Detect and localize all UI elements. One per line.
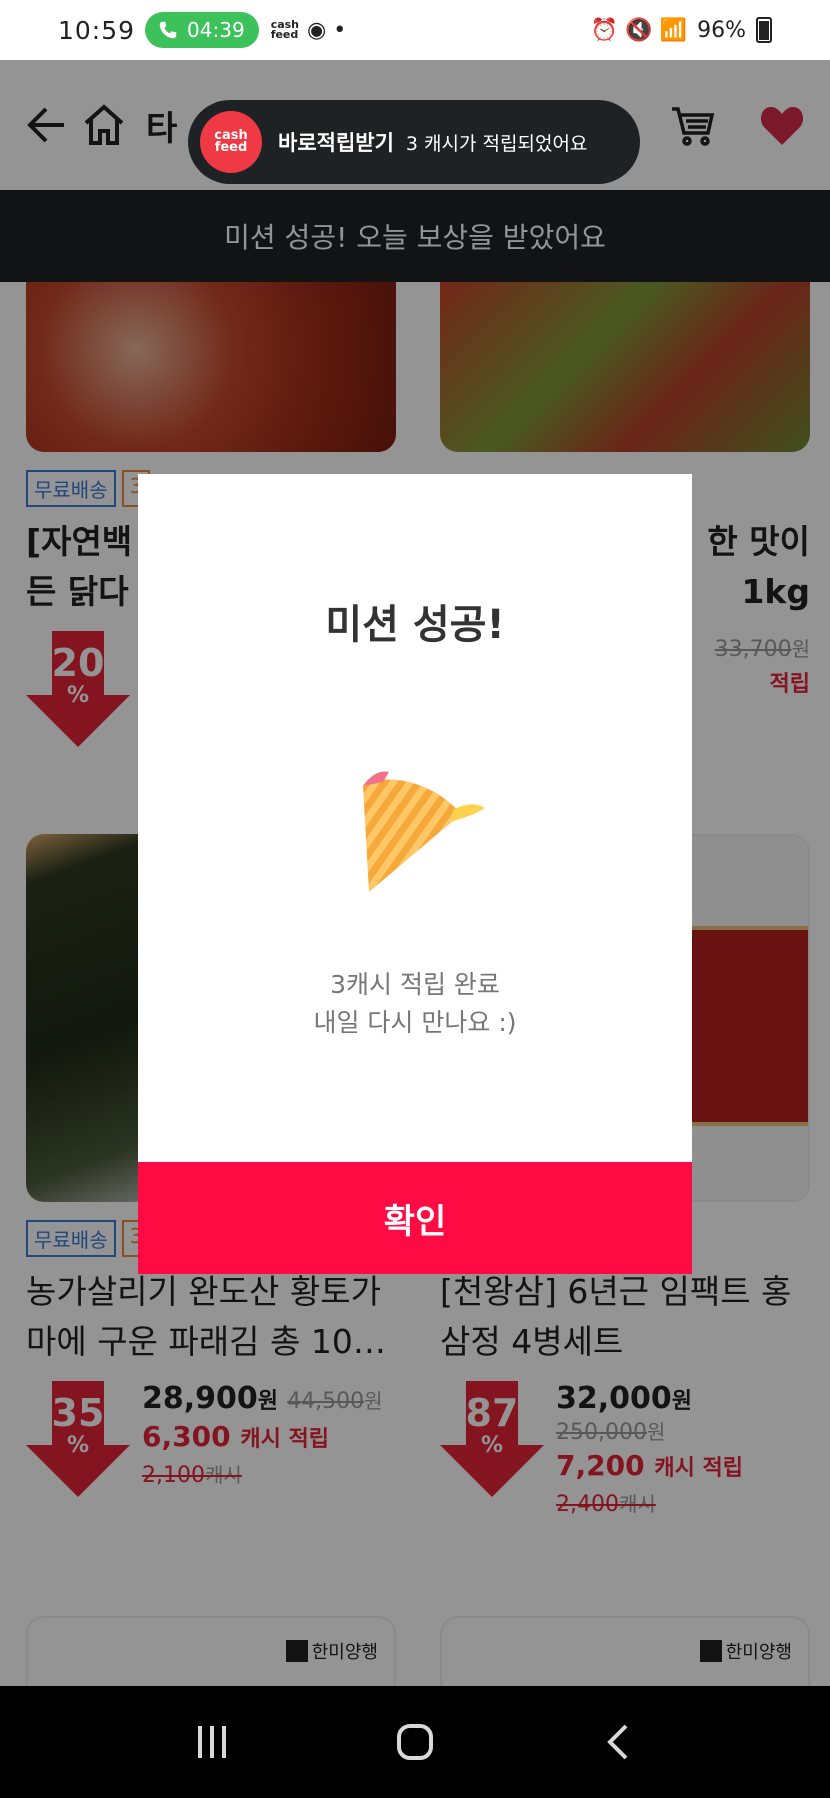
notification-dots: ◉ • [307,17,347,43]
mission-success-modal: 미션 성공! 3캐시 적립 완료 내일 다시 만나요 :) 확인 [138,474,692,1274]
back-nav-icon[interactable] [598,1722,638,1762]
confirm-button[interactable]: 확인 [138,1162,692,1274]
phone-icon [159,21,177,39]
toast-title: 바로적립받기 [278,131,394,155]
signal-icons: ⏰ 🔇 📶 [590,17,688,43]
status-bar: 10:59 04:39 cash feed ◉ • ⏰ 🔇 📶 96% [0,0,830,60]
battery-icon [756,17,772,43]
cashfeed-mini-icon: cash feed [270,18,300,41]
toast-message: 3 캐시가 적립되었어요 [405,132,588,155]
call-timer: 04:39 [187,18,245,42]
cashfeed-toast[interactable]: cash feed 바로적립받기 3 캐시가 적립되었어요 [188,100,640,184]
battery-percent: 96% [697,17,746,43]
status-time: 10:59 [58,15,136,45]
modal-message: 3캐시 적립 완료 내일 다시 만나요 :) [313,970,517,1037]
recent-apps-icon[interactable] [192,1722,232,1762]
call-indicator[interactable]: 04:39 [145,12,259,48]
status-right: ⏰ 🔇 📶 96% [591,17,772,43]
system-nav-bar [0,1686,830,1798]
modal-title: 미션 성공! [325,602,505,648]
party-popper-icon [363,771,485,892]
home-nav-icon[interactable] [395,1722,435,1762]
cashfeed-logo-icon: cash feed [200,111,262,173]
